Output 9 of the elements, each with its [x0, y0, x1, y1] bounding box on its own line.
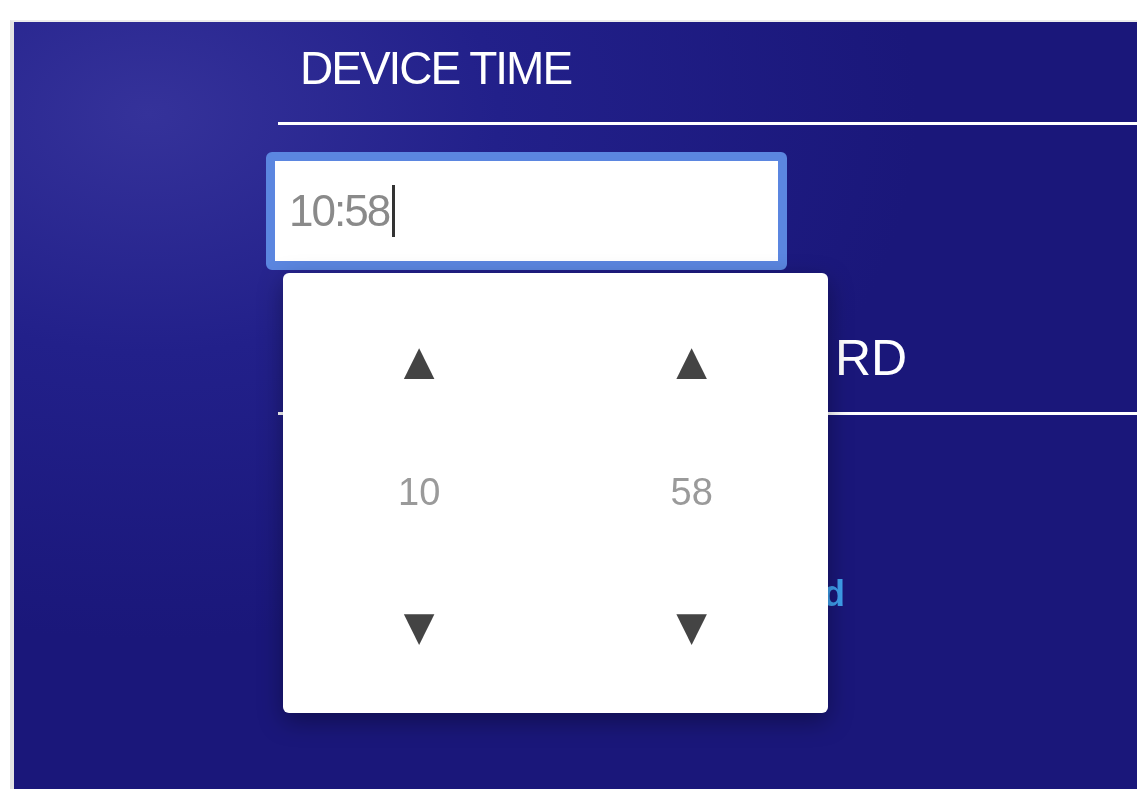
section-title: RD [835, 330, 908, 386]
section-title: DEVICE TIME [299, 41, 573, 96]
increment-button[interactable]: ▲ [393, 332, 445, 387]
increment-button[interactable]: ▲ [666, 332, 718, 387]
time-value: 10 [398, 471, 441, 515]
decrement-button[interactable]: ▼ [666, 599, 718, 654]
time-value: 58 [670, 471, 713, 515]
text-cursor [392, 185, 396, 237]
decrement-button[interactable]: ▼ [393, 599, 445, 654]
